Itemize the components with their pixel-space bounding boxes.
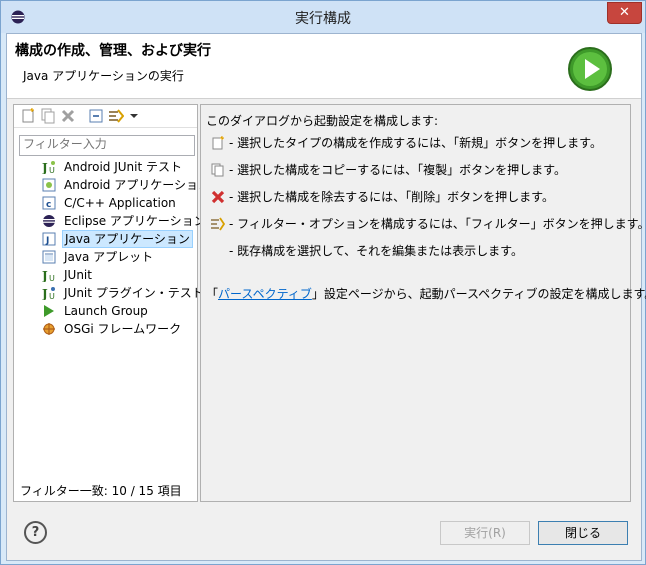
filter-input[interactable] [23, 137, 191, 151]
intro-text: このダイアログから起動設定を構成します: [206, 114, 439, 128]
help-text: - 選択した構成を除去するには、「削除」ボタンを押します。 [229, 190, 554, 204]
collapse-all-icon[interactable] [88, 108, 104, 124]
delete-icon [211, 190, 225, 204]
eclipse-app-icon [43, 215, 55, 227]
svg-text:U: U [49, 274, 55, 282]
junit-plugin-icon: JU [42, 287, 55, 300]
page-title: 構成の作成、管理、および実行 [15, 43, 211, 59]
tree-toolbar [14, 105, 197, 128]
duplicate-icon [211, 163, 224, 177]
help-icon[interactable]: ? [24, 521, 47, 544]
tree-item-label: Launch Group [64, 304, 148, 318]
svg-text:J: J [42, 269, 48, 282]
tree-item-label: JUnit プラグイン・テスト [64, 286, 204, 300]
title-bar: 実行構成 ✕ [1, 1, 645, 33]
description-panel: このダイアログから起動設定を構成します: - 選択したタイプの構成を作成するには… [200, 104, 646, 502]
run-icon [568, 47, 612, 91]
help-text: - 既存構成を選択して、それを編集または表示します。 [229, 244, 523, 258]
window-title: 実行構成 [295, 11, 351, 27]
tree-item-label: Java アプレット [64, 250, 154, 264]
filter-input-box[interactable] [19, 135, 195, 156]
svg-text:U: U [49, 166, 55, 174]
new-config-icon[interactable] [20, 108, 36, 124]
android-app-icon [42, 178, 56, 192]
tree-item-label: C/C++ Application [64, 196, 176, 210]
cpp-app-icon: c [42, 196, 56, 210]
window-close-button[interactable]: ✕ [607, 2, 642, 24]
svg-text:J: J [45, 236, 49, 246]
junit-icon: JU [42, 269, 55, 282]
new-config-icon [212, 136, 224, 150]
tree-item-label: Eclipse アプリケーション [64, 214, 206, 228]
svg-text:J: J [42, 287, 48, 300]
svg-text:U: U [49, 292, 55, 300]
delete-icon[interactable] [60, 108, 76, 124]
perspective-link[interactable]: パースペクティブ [218, 287, 312, 301]
help-text: - 選択した構成をコピーするには、「複製」ボタンを押します。 [229, 163, 566, 177]
filter-match-count: フィルター一致: 10 / 15 項目 [20, 484, 182, 498]
osgi-icon [43, 323, 55, 335]
tree-item-label: OSGi フレームワーク [64, 322, 182, 336]
page-subtitle: Java アプリケーションの実行 [23, 69, 184, 83]
launch-group-icon [44, 305, 54, 317]
svg-text:c: c [46, 200, 51, 210]
java-applet-icon [42, 250, 56, 264]
android-junit-icon: JU [42, 161, 55, 174]
dialog-window: 実行構成 ✕ 構成の作成、管理、および実行 Java アプリケーションの実行 フ… [0, 0, 646, 565]
svg-text:J: J [42, 161, 48, 174]
run-button[interactable]: 実行(R) [440, 521, 530, 545]
tree-item-label: Android JUnit テスト [64, 160, 182, 174]
config-tree-panel: JU Android JUnit テスト Android アプリケーション c … [13, 104, 210, 502]
perspective-text: 「パースペクティブ」設定ページから、起動パースペクティブの設定を構成します。 [206, 285, 646, 302]
duplicate-icon[interactable] [40, 108, 56, 124]
tree-item-label: JUnit [64, 268, 92, 282]
dialog-header: 構成の作成、管理、および実行 Java アプリケーションの実行 [7, 34, 641, 99]
persp-suffix: 」設定ページから、起動パースペクティブの設定を構成します。 [311, 287, 646, 301]
tree-item-label: Android アプリケーション [64, 178, 210, 192]
persp-prefix: 「 [206, 287, 219, 301]
dialog-client: 構成の作成、管理、および実行 Java アプリケーションの実行 フィルター入力 … [6, 33, 646, 561]
help-text: - 選択したタイプの構成を作成するには、「新規」ボタンを押します。 [229, 136, 602, 150]
dropdown-icon[interactable] [126, 108, 142, 124]
help-text: - フィルター・オプションを構成するには、「フィルター」ボタンを押します。 [229, 217, 646, 231]
close-button[interactable]: 閉じる [538, 521, 628, 545]
filter-icon[interactable] [108, 108, 124, 124]
tree-item-label: Java アプリケーション [62, 230, 193, 248]
java-app-icon: J [42, 232, 56, 246]
filter-icon [211, 217, 225, 231]
